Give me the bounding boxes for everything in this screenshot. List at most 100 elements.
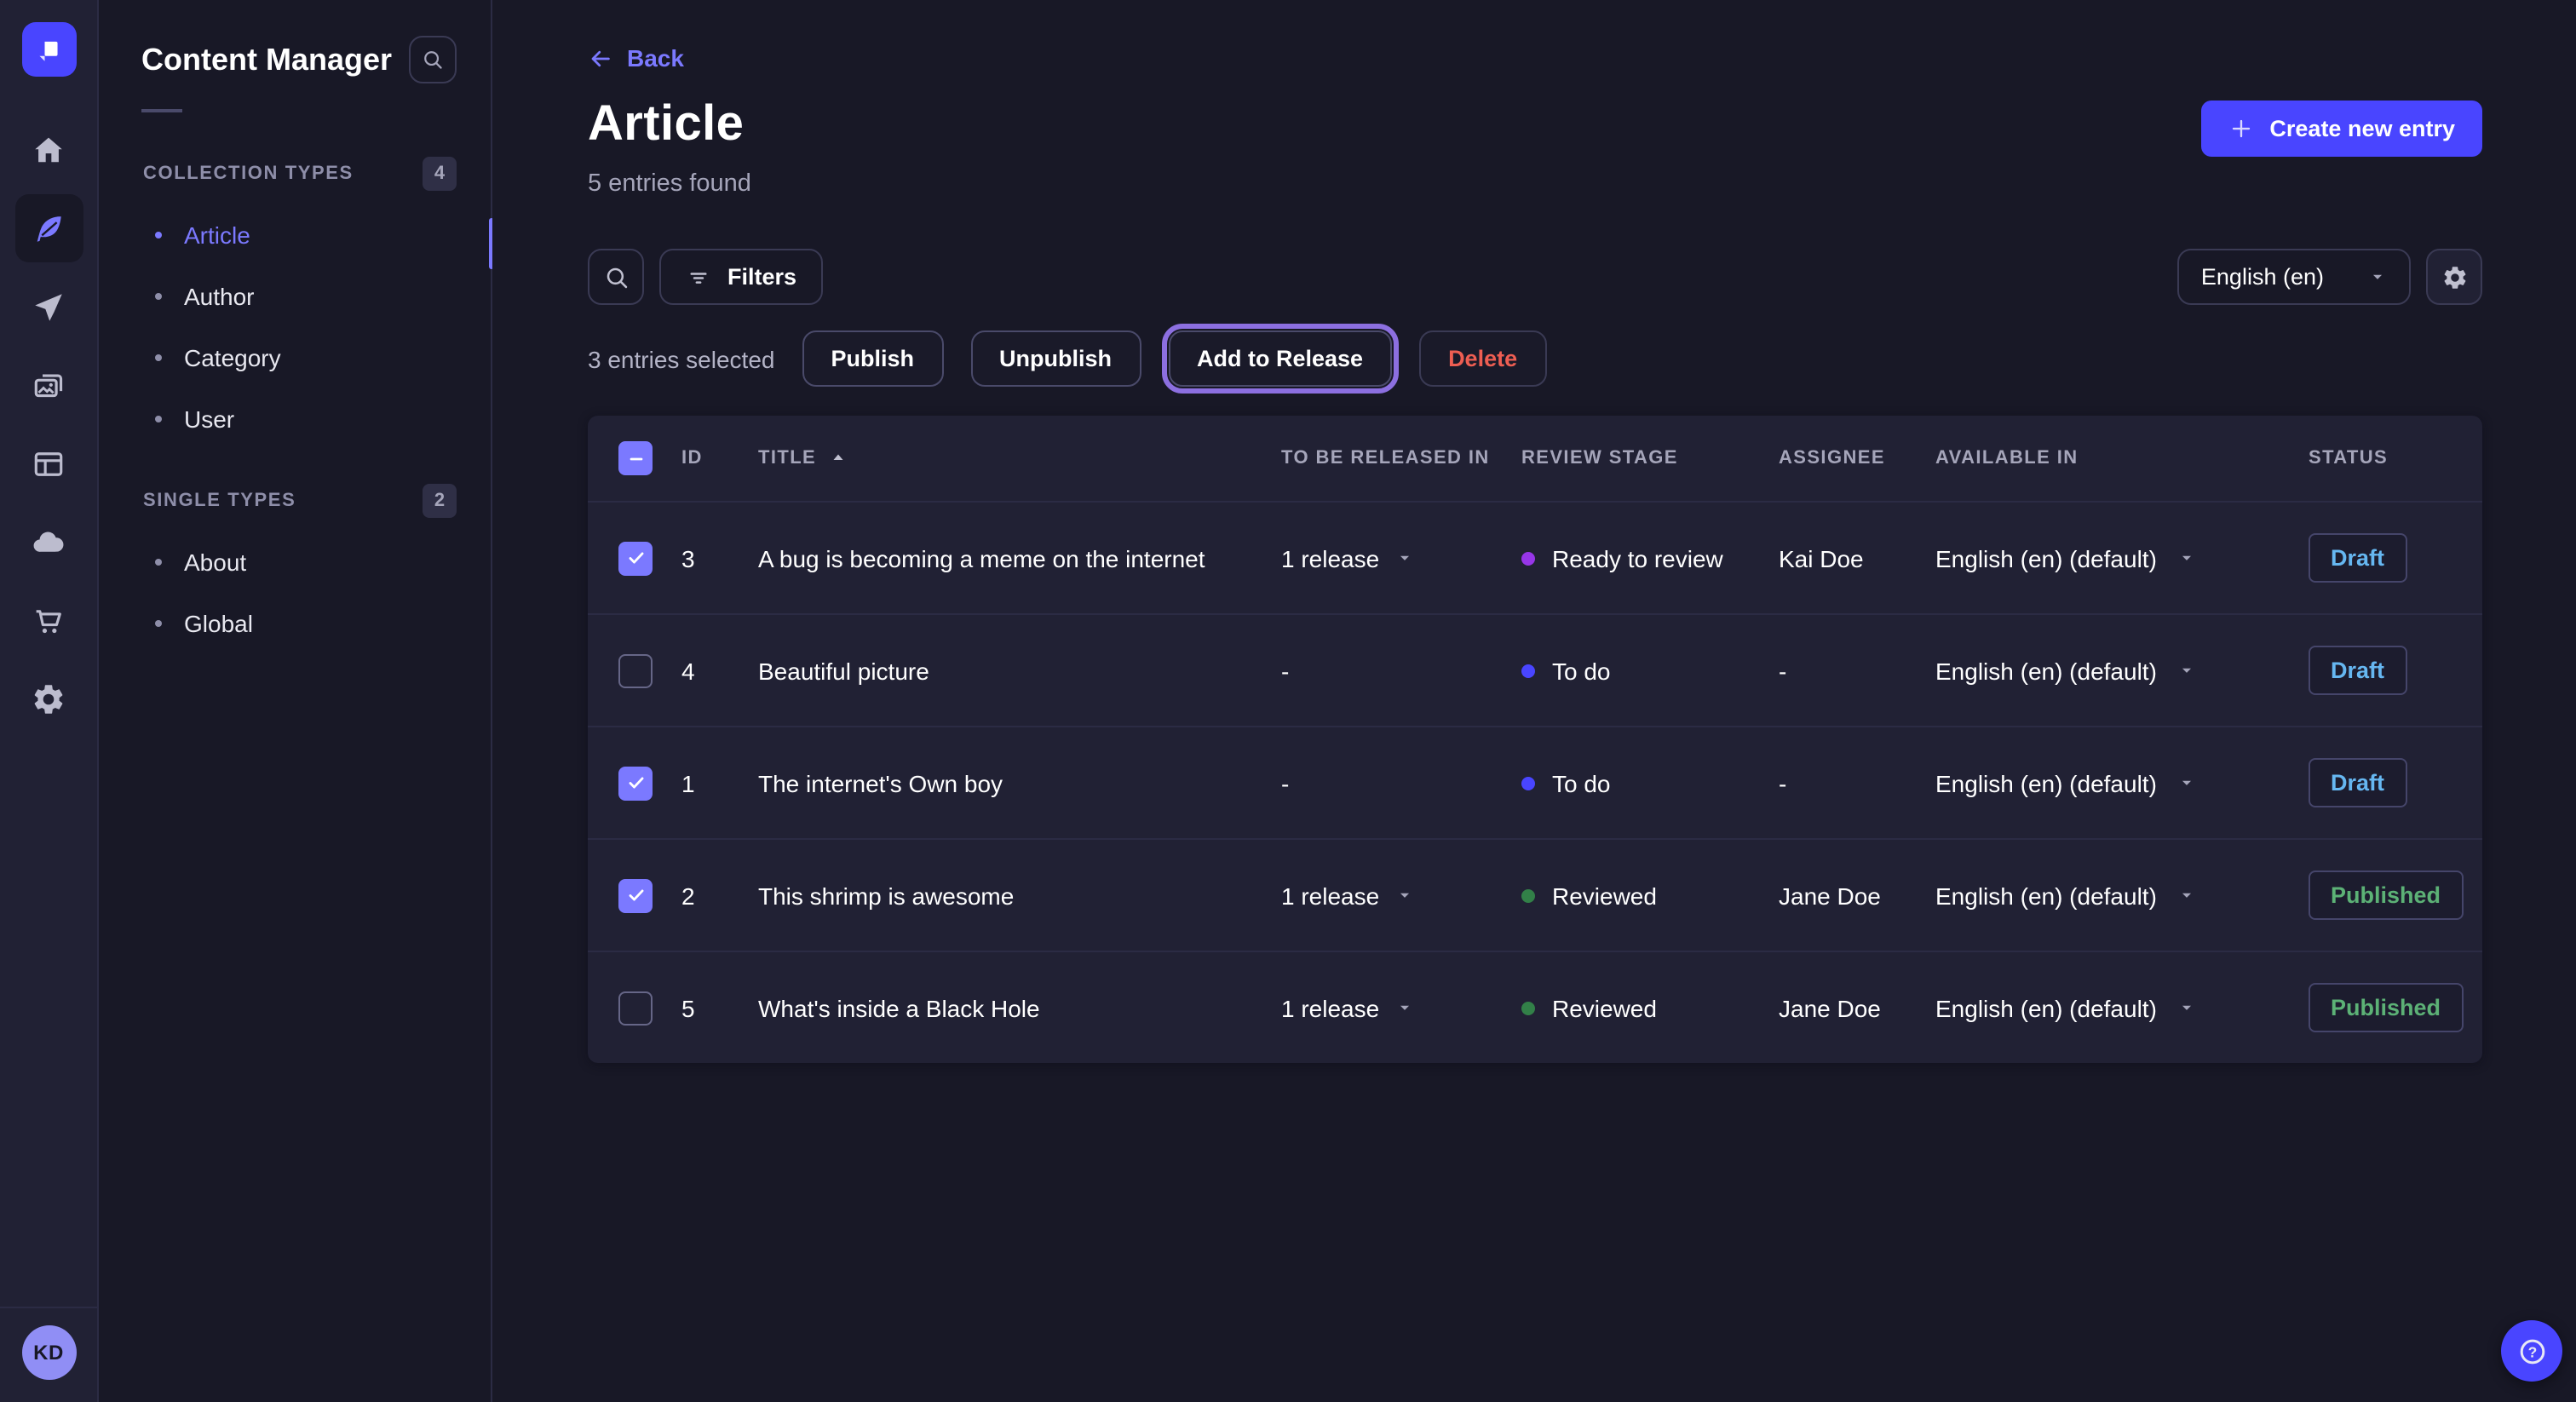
cell-id: 1 bbox=[681, 769, 758, 796]
arrow-left-icon bbox=[588, 45, 613, 71]
cloud-icon bbox=[14, 508, 83, 576]
search-icon bbox=[602, 263, 630, 290]
avatar[interactable]: KD bbox=[21, 1325, 76, 1380]
sidebar-item-category[interactable]: Category bbox=[99, 327, 491, 388]
locale-select[interactable]: English (en) bbox=[2177, 249, 2411, 305]
main-nav: KD bbox=[0, 0, 99, 1402]
nav-media-library[interactable] bbox=[9, 346, 88, 424]
nav-content-type-builder[interactable] bbox=[9, 424, 88, 503]
chevron-down-icon[interactable] bbox=[1394, 998, 1413, 1017]
chevron-down-icon[interactable] bbox=[2177, 773, 2196, 792]
view-settings-button[interactable] bbox=[2426, 249, 2482, 305]
chevron-down-icon[interactable] bbox=[2177, 886, 2196, 905]
cell-id: 5 bbox=[681, 994, 758, 1021]
nav-content-manager[interactable] bbox=[9, 189, 88, 267]
status-badge: Published bbox=[2309, 983, 2463, 1032]
sidebar-item-article[interactable]: Article bbox=[99, 204, 491, 266]
cell-release: - bbox=[1281, 769, 1289, 796]
sidebar-item-user[interactable]: User bbox=[99, 388, 491, 450]
chevron-down-icon[interactable] bbox=[2177, 998, 2196, 1017]
gear-icon bbox=[14, 664, 83, 733]
table-row[interactable]: 2 This shrimp is awesome 1 release Revie… bbox=[588, 838, 2482, 951]
cell-assignee: Kai Doe bbox=[1779, 544, 1935, 572]
cell-title: This shrimp is awesome bbox=[758, 882, 1281, 909]
single-types-count: 2 bbox=[423, 484, 457, 518]
cell-id: 3 bbox=[681, 544, 758, 572]
app-window: KD Content Manager COLLECTION TYPES 4 Ar… bbox=[0, 0, 2576, 1402]
section-label-single-types: SINGLE TYPES bbox=[143, 491, 296, 511]
status-badge: Published bbox=[2309, 871, 2463, 920]
col-title[interactable]: TITLE bbox=[758, 448, 816, 468]
feather-icon bbox=[14, 194, 83, 262]
status-badge: Draft bbox=[2309, 758, 2406, 807]
col-assignee: ASSIGNEE bbox=[1779, 448, 1935, 468]
select-all-checkbox[interactable] bbox=[618, 441, 653, 475]
row-checkbox[interactable] bbox=[618, 653, 653, 687]
sidebar-search-button[interactable] bbox=[409, 36, 457, 83]
bullet-icon bbox=[155, 620, 162, 627]
section-label-collection-types: COLLECTION TYPES bbox=[143, 164, 354, 184]
cell-assignee: Jane Doe bbox=[1779, 994, 1935, 1021]
entries-table: ID TITLE TO BE RELEASED IN REVIEW STAGE … bbox=[588, 416, 2482, 1063]
nav-releases[interactable] bbox=[9, 267, 88, 346]
col-available-in: AVAILABLE IN bbox=[1935, 448, 2309, 468]
cell-assignee: - bbox=[1779, 769, 1935, 796]
chevron-down-icon[interactable] bbox=[1394, 549, 1413, 567]
chevron-down-icon[interactable] bbox=[1394, 886, 1413, 905]
stage-dot bbox=[1521, 888, 1535, 902]
collection-types-count: 4 bbox=[423, 157, 457, 191]
sidebar-item-about[interactable]: About bbox=[99, 531, 491, 593]
selection-count: 3 entries selected bbox=[588, 345, 774, 372]
create-new-entry-button[interactable]: Create new entry bbox=[2201, 101, 2482, 157]
search-button[interactable] bbox=[588, 249, 644, 305]
publish-button[interactable]: Publish bbox=[802, 330, 943, 387]
cell-available-in: English (en) (default) bbox=[1935, 882, 2157, 909]
stage-dot bbox=[1521, 664, 1535, 677]
table-row[interactable]: 4 Beautiful picture - To do - English (e… bbox=[588, 613, 2482, 726]
entries-count: 5 entries found bbox=[588, 170, 2482, 198]
unpublish-button[interactable]: Unpublish bbox=[970, 330, 1141, 387]
row-checkbox[interactable] bbox=[618, 991, 653, 1025]
cell-review-stage: Reviewed bbox=[1552, 994, 1657, 1021]
cell-title: What's inside a Black Hole bbox=[758, 994, 1281, 1021]
table-row[interactable]: 3 A bug is becoming a meme on the intern… bbox=[588, 501, 2482, 613]
nav-home[interactable] bbox=[9, 111, 88, 189]
col-release: TO BE RELEASED IN bbox=[1281, 448, 1521, 468]
stage-dot bbox=[1521, 551, 1535, 565]
strapi-logo[interactable] bbox=[21, 22, 76, 77]
main-content: Back Article Create new entry 5 entries … bbox=[492, 0, 2576, 1402]
nav-marketplace[interactable] bbox=[9, 581, 88, 659]
nav-settings[interactable] bbox=[9, 659, 88, 738]
sidebar-item-author[interactable]: Author bbox=[99, 266, 491, 327]
chevron-down-icon[interactable] bbox=[2177, 661, 2196, 680]
row-checkbox[interactable] bbox=[618, 878, 653, 912]
home-icon bbox=[14, 116, 83, 184]
sort-asc-icon[interactable] bbox=[828, 448, 848, 468]
table-row[interactable]: 5 What's inside a Black Hole 1 release R… bbox=[588, 951, 2482, 1063]
sidebar-title: Content Manager bbox=[141, 42, 392, 78]
search-icon bbox=[421, 48, 445, 72]
gear-icon bbox=[2441, 263, 2468, 290]
add-to-release-button[interactable]: Add to Release bbox=[1168, 330, 1392, 387]
nav-deploy[interactable] bbox=[9, 503, 88, 581]
col-status: STATUS bbox=[2309, 448, 2482, 468]
col-id: ID bbox=[681, 448, 758, 468]
paper-plane-icon bbox=[14, 273, 83, 341]
filters-button[interactable]: Filters bbox=[659, 249, 822, 305]
cell-release: 1 release bbox=[1281, 544, 1379, 572]
row-checkbox[interactable] bbox=[618, 766, 653, 800]
help-icon bbox=[2516, 1335, 2548, 1367]
delete-button[interactable]: Delete bbox=[1419, 330, 1546, 387]
cell-title: Beautiful picture bbox=[758, 657, 1281, 684]
cell-available-in: English (en) (default) bbox=[1935, 769, 2157, 796]
stage-dot bbox=[1521, 1001, 1535, 1014]
cell-available-in: English (en) (default) bbox=[1935, 657, 2157, 684]
chevron-down-icon[interactable] bbox=[2177, 549, 2196, 567]
row-checkbox[interactable] bbox=[618, 541, 653, 575]
sidebar-item-global[interactable]: Global bbox=[99, 593, 491, 654]
table-row[interactable]: 1 The internet's Own boy - To do - Engli… bbox=[588, 726, 2482, 838]
chevron-down-icon bbox=[2368, 267, 2387, 286]
back-link[interactable]: Back bbox=[588, 44, 684, 72]
media-icon bbox=[14, 351, 83, 419]
help-button[interactable] bbox=[2501, 1320, 2562, 1382]
